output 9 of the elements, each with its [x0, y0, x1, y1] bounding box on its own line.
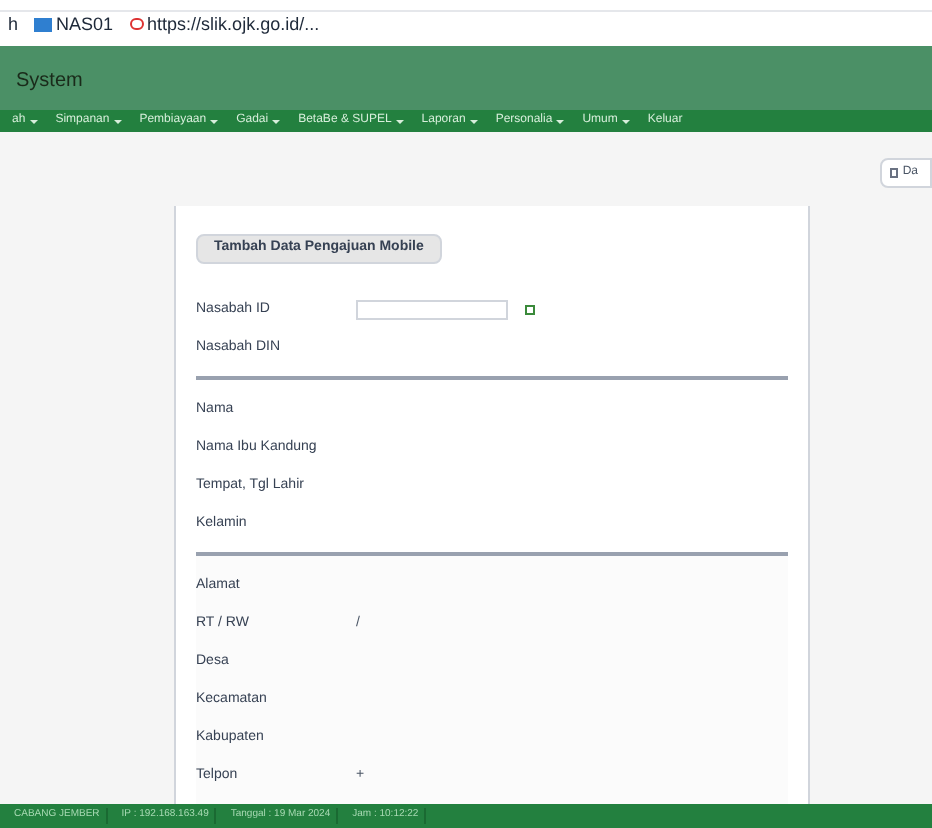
bookmark-link[interactable]: https://slik.ojk.go.id/... — [129, 11, 320, 39]
input-field[interactable] — [356, 300, 508, 321]
site-icon — [129, 18, 144, 31]
app-icon — [34, 17, 53, 32]
bookmark-link[interactable]: h — [8, 11, 19, 39]
document-icon — [890, 167, 899, 178]
bookmark-link[interactable]: NAS01 — [34, 11, 114, 39]
app-title: System — [16, 69, 83, 92]
search-button[interactable] — [520, 300, 540, 321]
